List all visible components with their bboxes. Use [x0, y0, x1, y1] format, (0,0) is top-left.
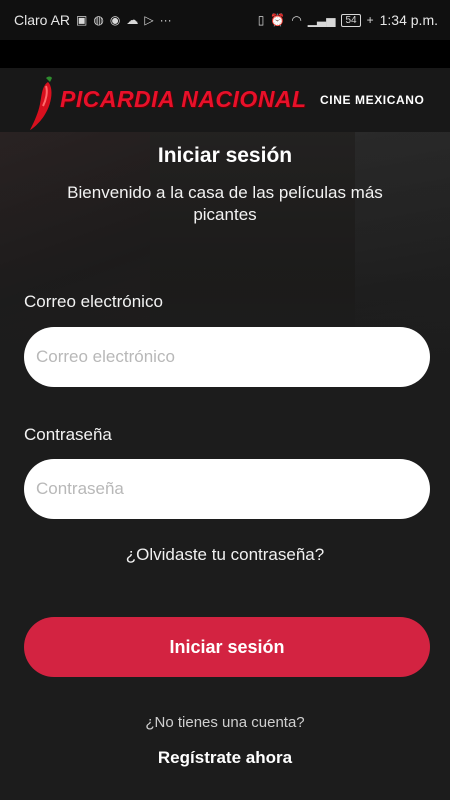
messenger-icon: ◉ [109, 13, 121, 27]
status-bar-right: ▯ ⏰ ◠ ▁▃▅ 54 + 1:34 p.m. [258, 12, 438, 28]
status-bar-left: Claro AR ▣ ◍ ◉ ☁ ▷ ··· [14, 12, 172, 28]
more-notifications: ··· [159, 13, 172, 27]
page-title: Iniciar sesión [157, 144, 293, 167]
app-bar-spacer [0, 40, 450, 68]
chili-pepper-icon [30, 76, 52, 130]
cloud-icon: ☁ [126, 13, 139, 27]
email-label: Correo electrónico [24, 292, 163, 311]
no-account-text: ¿No tienes una cuenta? [145, 714, 305, 731]
register-link[interactable]: Regístrate ahora [0, 748, 450, 768]
app-header: PICARDIA NACIONAL CINE MEXICANO [0, 68, 450, 132]
password-field[interactable] [24, 459, 430, 519]
clock: 1:34 p.m. [379, 12, 438, 28]
forgot-password-link[interactable]: ¿Olvidaste tu contraseña? [0, 545, 450, 565]
wifi-icon: ◠ [291, 13, 302, 27]
whatsapp-icon: ◍ [93, 13, 104, 27]
welcome-text: Bienvenido a la casa de las películas má… [67, 183, 383, 224]
play-store-icon: ▷ [144, 13, 154, 27]
calendar-icon: ▣ [76, 13, 88, 27]
vibrate-icon: ▯ [257, 13, 265, 27]
carrier-name: Claro AR [14, 12, 71, 28]
brand-logo-text: PICARDIA NACIONAL [60, 86, 307, 112]
charging-icon: + [366, 13, 374, 27]
signal-icon: ▁▃▅ [307, 13, 336, 27]
email-field[interactable] [24, 327, 430, 387]
battery-icon: 54 [341, 13, 361, 27]
brand-subtitle: CINE MEXICANO [320, 93, 425, 107]
alarm-icon: ⏰ [270, 13, 286, 27]
status-bar: Claro AR ▣ ◍ ◉ ☁ ▷ ··· ▯ ⏰ ◠ ▁▃▅ 54 + 1:… [0, 0, 450, 40]
login-button[interactable]: Iniciar sesión [24, 617, 430, 677]
password-label: Contraseña [24, 425, 112, 444]
